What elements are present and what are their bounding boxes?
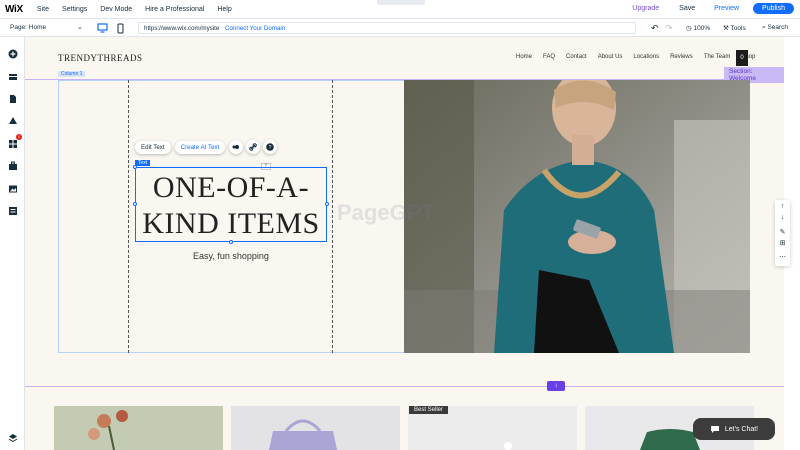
element-quick-tools: ↑ ↓ ✎ ⊞ ⋯ [775, 200, 790, 266]
design-icon[interactable]: ✎ [778, 228, 787, 237]
product-image-flowers[interactable] [54, 406, 223, 450]
zoom-control[interactable]: ◷ 100% [686, 24, 710, 32]
page-selector[interactable]: Page: Home [10, 24, 46, 31]
section-resize-handle[interactable]: ↕ [547, 381, 565, 391]
site-url: https://www.wix.com/mysite [144, 25, 220, 32]
top-right-actions: Upgrade Save Preview Publish [632, 3, 794, 14]
tools-button[interactable]: ⚒ Tools [723, 24, 746, 32]
editor-address-bar: Page: Home ⌄ https://www.wix.com/mysite … [0, 19, 800, 37]
gridline-right [332, 80, 333, 353]
resize-handle-tl[interactable] [133, 165, 137, 169]
cart-count: 0 [740, 55, 744, 61]
text-toolbar: Edit Text Create AI Text ? [135, 140, 280, 154]
search-button[interactable]: ⌕ Search [762, 24, 788, 32]
product-image-tote[interactable] [231, 406, 400, 450]
animation-icon[interactable] [229, 140, 244, 154]
zoom-level: 100% [693, 25, 711, 32]
help-icon[interactable]: ? [263, 140, 278, 154]
menu-dev-mode[interactable]: Dev Mode [100, 6, 132, 13]
notification-badge: 1 [16, 134, 22, 140]
preview-button[interactable]: Preview [714, 5, 739, 12]
upgrade-link[interactable]: Upgrade [632, 5, 659, 12]
nav-the-team[interactable]: The Team [704, 54, 731, 60]
svg-text:?: ? [269, 145, 272, 151]
menu-settings[interactable]: Settings [62, 6, 87, 13]
cms-icon[interactable] [7, 205, 18, 216]
site-nav[interactable]: Home FAQ Contact About Us Locations Revi… [516, 54, 766, 60]
editor-canvas[interactable]: TRENDYTHREADS Home FAQ Contact About Us … [25, 37, 784, 450]
nav-faq[interactable]: FAQ [543, 54, 555, 60]
tools-label: Tools [730, 25, 746, 32]
more-options-icon[interactable]: ⋯ [778, 253, 787, 262]
save-button[interactable]: Save [679, 5, 695, 12]
business-tools-icon[interactable] [7, 160, 18, 171]
nav-home[interactable]: Home [516, 54, 532, 60]
site-header[interactable]: TRENDYTHREADS Home FAQ Contact About Us … [25, 37, 784, 79]
site-design-icon[interactable] [7, 115, 18, 126]
layers-icon[interactable] [7, 432, 18, 443]
editor-menu: Site Settings Dev Mode Hire a Profession… [37, 6, 245, 13]
create-ai-text-button[interactable]: Create AI Text [174, 140, 226, 154]
mobile-view-icon[interactable] [114, 22, 126, 34]
gridline-left [128, 80, 129, 353]
layout-icon[interactable]: ⊞ [778, 239, 787, 248]
nav-locations[interactable]: Locations [633, 54, 659, 60]
watermark: PageGPT [337, 200, 435, 225]
publish-button[interactable]: Publish [753, 3, 794, 14]
redo-icon[interactable]: ↷ [665, 23, 673, 34]
menu-help[interactable]: Help [217, 6, 231, 13]
menu-hire-professional[interactable]: Hire a Professional [145, 6, 204, 13]
chat-label: Let's Chat! [724, 425, 759, 433]
connect-domain-link[interactable]: Connect Your Domain [225, 25, 285, 32]
search-label: Search [767, 24, 789, 31]
menu-site[interactable]: Site [37, 6, 49, 13]
wix-logo[interactable]: WiX [5, 4, 23, 15]
add-panel-sidebar: 1 [0, 37, 25, 450]
link-icon[interactable] [246, 140, 261, 154]
add-apps-icon[interactable] [7, 138, 18, 149]
hero-image[interactable] [404, 80, 750, 353]
move-down-icon[interactable]: ↓ [778, 214, 787, 223]
chat-button[interactable]: Let's Chat! [693, 418, 775, 440]
text-element-label: Text [135, 160, 151, 166]
nav-contact[interactable]: Contact [566, 54, 587, 60]
desktop-view-icon[interactable] [96, 22, 108, 34]
add-section-icon[interactable] [7, 71, 18, 82]
site-url-field[interactable]: https://www.wix.com/mysite Connect Your … [138, 22, 636, 34]
move-up-icon[interactable]: ↑ [778, 203, 787, 212]
column-label: Column 1 [58, 71, 86, 77]
edit-text-button[interactable]: Edit Text [135, 140, 171, 154]
editor-top-bar: WiX Site Settings Dev Mode Hire a Profes… [0, 0, 800, 19]
hero-subtitle[interactable]: Easy, fun shopping [135, 251, 327, 261]
nav-about-us[interactable]: About Us [598, 54, 623, 60]
site-brand[interactable]: TRENDYTHREADS [58, 53, 143, 63]
pages-panel-tab[interactable] [377, 0, 425, 5]
nav-reviews[interactable]: Reviews [670, 54, 693, 60]
pages-menus-icon[interactable] [7, 93, 18, 104]
media-icon[interactable] [7, 183, 18, 194]
undo-icon[interactable]: ↶ [651, 23, 659, 34]
section-bottom-border [25, 386, 784, 387]
cart-icon[interactable]: 0 [736, 50, 748, 66]
hero-title[interactable]: ONE-OF-A-KIND ITEMS [135, 170, 327, 242]
best-seller-badge: Best Seller [409, 406, 449, 414]
chevron-down-icon[interactable]: ⌄ [77, 23, 83, 31]
add-elements-icon[interactable] [7, 48, 18, 59]
